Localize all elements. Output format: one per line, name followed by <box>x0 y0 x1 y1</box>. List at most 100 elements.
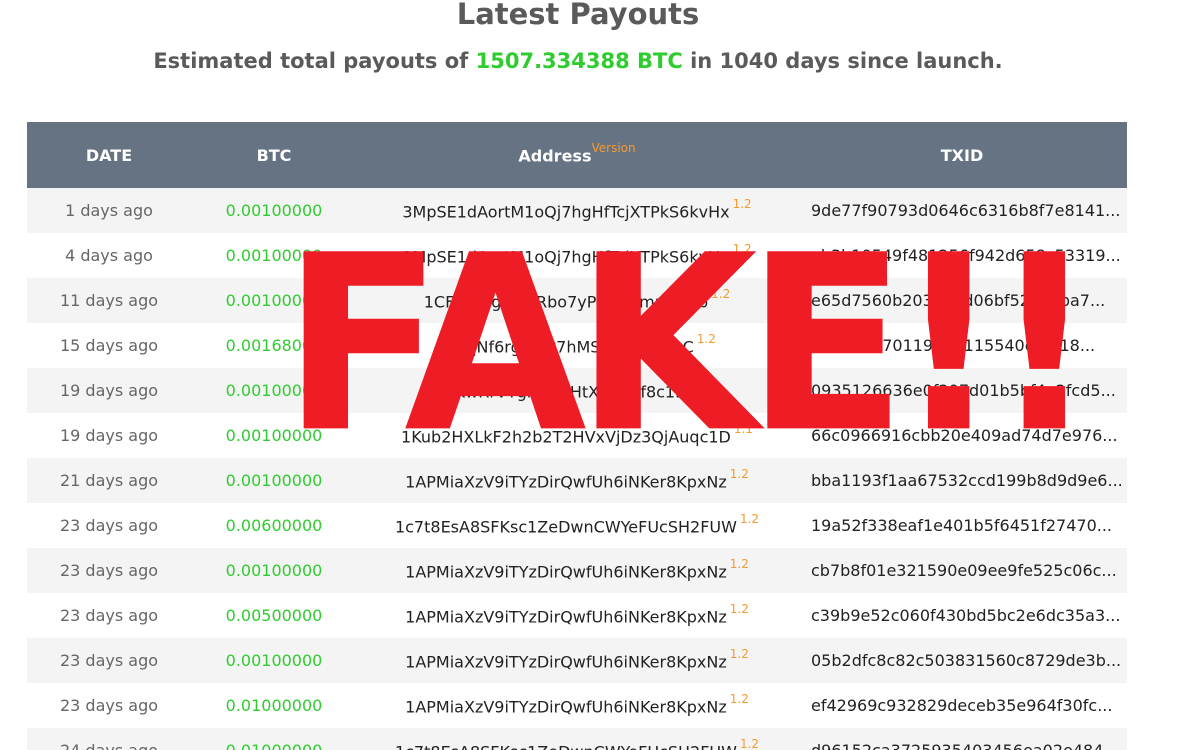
payout-address[interactable]: 1KwRrVYgn2hQHtXsB3Uf8c1D <box>444 382 687 401</box>
payout-address[interactable]: 1CFsu8sg5cmRbo7yPgrtBcmmrZbb <box>424 292 708 311</box>
address-version: 1.2 <box>729 466 749 481</box>
payout-date: 23 days ago <box>59 696 159 715</box>
payout-amount: 0.00500000 <box>225 606 323 625</box>
table-row: 21 days ago 0.00100000 1APMiaXzV9iTYzDirQw… <box>27 458 1127 503</box>
column-header-btc[interactable]: BTC <box>191 122 357 188</box>
payout-address[interactable]: 1APMiaXzV9iTYzDirQwfUh6iNKer8KpxNz <box>405 607 727 626</box>
payout-txid[interactable]: cb7b8f01e321590e09ee9fe525c06c... <box>797 548 1127 593</box>
payout-address-cell: 1KwRrVYgn2hQHtXsB3Uf8c1D 1.1 <box>357 368 797 413</box>
payout-date: 15 days ago <box>59 336 159 355</box>
payout-address[interactable]: 1APMiaXzV9iTYzDirQwfUh6iNKer8KpxNz <box>405 652 727 671</box>
table-row: 23 days ago 0.00100000 1APMiaXzV9iTYzDirQw… <box>27 548 1127 593</box>
address-version: 1.2 <box>732 196 752 211</box>
payout-amount: 0.00100000 <box>225 201 323 220</box>
table-row: 19 days ago 0.00100000 1KwRrVYgn2hQHtXsB3U… <box>27 368 1127 413</box>
payout-address-cell: 1Kub2HXLkF2h2b2T2HVxVjDz3QjAuqc1D 1.1 <box>357 413 797 458</box>
payout-txid[interactable]: 05b2dfc8c82c503831560c8729de3b... <box>797 638 1127 683</box>
address-version: 1.1 <box>690 376 710 391</box>
payout-amount: 0.00100000 <box>225 471 323 490</box>
payout-date: 23 days ago <box>59 516 159 535</box>
payout-address-cell: 1CFsu8sg5cmRbo7yPgrtBcmmrZbb 1.2 <box>357 278 797 323</box>
column-header-date[interactable]: DATE <box>27 122 191 188</box>
column-header-version-label: Version <box>591 141 636 156</box>
table-header-row: DATE BTC AddressVersion TXID <box>27 122 1127 188</box>
table-row: 24 days ago0.010000001c7t8EsA8SFKsc1ZeDw… <box>27 728 1127 750</box>
payouts-table: DATE BTC AddressVersion TXID 1 days ago 0… <box>27 122 1127 750</box>
payout-address[interactable]: 3MpSE1dAortM1oQj7hgHfTcjXTPkS6kvHx <box>402 247 729 266</box>
table-row: 23 days ago 0.00500000 1APMiaXzV9iTYzDirQw… <box>27 593 1127 638</box>
payout-date: 19 days ago <box>59 426 159 445</box>
payout-txid[interactable]: d55508b70119001115540c1bf18... <box>797 323 1127 368</box>
payout-address[interactable]: 1APMiaXzV9iTYzDirQwfUh6iNKer8KpxNz <box>405 562 727 581</box>
address-version: 1.2 <box>729 601 749 616</box>
payout-date: 24 days ago <box>27 728 191 750</box>
payout-amount: 0.00100000 <box>225 651 323 670</box>
column-header-address-label: Address <box>518 146 592 166</box>
payouts-table-body: 1 days ago 0.00100000 3MpSE1dAortM1oQj7hgH… <box>27 188 1127 750</box>
address-version: 1.1 <box>733 421 753 436</box>
address-version: 1.2 <box>729 646 749 661</box>
address-version: 1.2 <box>732 241 752 256</box>
payout-amount: 0.00100000 <box>225 291 323 310</box>
payout-amount: 0.00100000 <box>225 561 323 580</box>
summary-total-amount: 1507.334388 BTC <box>475 49 683 73</box>
address-version: 1.2 <box>729 691 749 706</box>
summary-prefix: Estimated total payouts of <box>153 49 469 73</box>
payout-date: 11 days ago <box>59 291 159 310</box>
payout-address[interactable]: 1APMiaXzV9iTYzDirQwfUh6iNKer8KpxNz <box>405 697 727 716</box>
address-version: 1.2 <box>729 556 749 571</box>
table-row: 1 days ago 0.00100000 3MpSE1dAortM1oQj7hgH… <box>27 188 1127 233</box>
payout-txid[interactable]: c39b9e52c060f430bd5bc2e6dc35a3... <box>797 593 1127 638</box>
address-version: 1.2 <box>739 511 760 526</box>
payout-address-cell: 1APMiaXzV9iTYzDirQwfUh6iNKer8KpxNz 1.2 <box>357 683 797 728</box>
payout-amount: 0.00100000 <box>225 246 323 265</box>
column-header-txid[interactable]: TXID <box>797 122 1127 188</box>
table-row: 23 days ago 0.01000000 1APMiaXzV9iTYzDirQw… <box>27 683 1127 728</box>
payout-address[interactable]: 1c7t8EsA8SFKsc1ZeDwnCWYeFUcSH2FUW <box>395 742 737 750</box>
table-row: 11 days ago 0.00100000 1CFsu8sg5cmRbo7yPgr… <box>27 278 1127 323</box>
payout-address-cell: 1c7t8EsA8SFKsc1ZeDwnCWYeFUcSH2FUW1.2 <box>357 728 797 750</box>
address-version: 1.2 <box>739 736 760 750</box>
payout-date: 1 days ago <box>65 201 153 220</box>
payout-address[interactable]: 1Kub2HXLkF2h2b2T2HVxVjDz3QjAuqc1D <box>401 427 731 446</box>
payout-amount: 0.00168000 <box>225 336 323 355</box>
address-version: 1.2 <box>696 331 716 346</box>
table-row: 19 days ago 0.00100000 1Kub2HXLkF2h2b2T2HV… <box>27 413 1127 458</box>
payout-date: 23 days ago <box>59 606 159 625</box>
table-row: 23 days ago 0.00600000 1c7t8EsA8SFKsc1ZeDw… <box>27 503 1127 548</box>
payout-txid[interactable]: bba1193f1aa67532ccd199b8d9d9e6... <box>797 458 1127 503</box>
table-row: 4 days ago 0.00100000 3MpSE1dAortM1oQj7hgH… <box>27 233 1127 278</box>
payout-address[interactable]: 1APMiaXzV9iTYzDirQwfUh6iNKer8KpxNz <box>405 472 727 491</box>
payout-address[interactable]: 1c7t8EsA8SFKsc1ZeDwnCWYeFUcSH2FUW <box>395 517 737 536</box>
payout-amount: 0.01000000 <box>191 728 357 750</box>
payout-address-cell: 1c7t8EsA8SFKsc1ZeDwnCWYeFUcSH2FUW1.2 <box>357 503 797 548</box>
payout-address-cell: 3sYqNf6rg1mP7hMSPD38yXqkC 1.2 <box>357 323 797 368</box>
table-row: 23 days ago 0.00100000 1APMiaXzV9iTYzDirQw… <box>27 638 1127 683</box>
payout-txid[interactable]: d96152ca3725935403456ea02e48444... <box>797 728 1127 750</box>
address-version: 1.2 <box>711 286 731 301</box>
payout-txid[interactable]: eb3b10549f481256f942d658c53319... <box>797 233 1127 278</box>
payout-txid[interactable]: 66c0966916cbb20e409ad74d7e976... <box>797 413 1127 458</box>
payout-date: 23 days ago <box>59 561 159 580</box>
summary-suffix: in 1040 days since launch. <box>690 49 1003 73</box>
column-header-address[interactable]: AddressVersion <box>357 122 797 188</box>
payout-date: 21 days ago <box>59 471 159 490</box>
payout-address-cell: 3MpSE1dAortM1oQj7hgHfTcjXTPkS6kvHx 1.2 <box>357 233 797 278</box>
payout-txid[interactable]: 0935126636e0f207d01b5bf4a2fcd5... <box>797 368 1127 413</box>
payout-amount: 0.00100000 <box>225 426 323 445</box>
payout-address-cell: 1APMiaXzV9iTYzDirQwfUh6iNKer8KpxNz 1.2 <box>357 593 797 638</box>
payout-summary: Estimated total payouts of 1507.334388 B… <box>0 46 1156 76</box>
payout-txid[interactable]: 9de77f90793d0646c6316b8f7e8141... <box>797 188 1127 233</box>
payout-address[interactable]: 3MpSE1dAortM1oQj7hgHfTcjXTPkS6kvHx <box>402 202 729 221</box>
payout-address[interactable]: 3sYqNf6rg1mP7hMSPD38yXqkC <box>438 337 694 356</box>
payout-amount: 0.01000000 <box>225 696 323 715</box>
payout-txid[interactable]: ef42969c932829deceb35e964f30fc... <box>797 683 1127 728</box>
payout-amount: 0.00100000 <box>225 381 323 400</box>
page-title: Latest Payouts <box>456 0 700 31</box>
payout-date: 23 days ago <box>59 651 159 670</box>
payout-txid[interactable]: e65d7560b203610d06bf525eeba7... <box>797 278 1127 323</box>
table-row: 15 days ago 0.00168000 3sYqNf6rg1mP7hMSPD3… <box>27 323 1127 368</box>
payout-txid[interactable]: 19a52f338eaf1e401b5f6451f27470... <box>797 503 1127 548</box>
payout-date: 19 days ago <box>59 381 159 400</box>
payout-date: 4 days ago <box>65 246 153 265</box>
